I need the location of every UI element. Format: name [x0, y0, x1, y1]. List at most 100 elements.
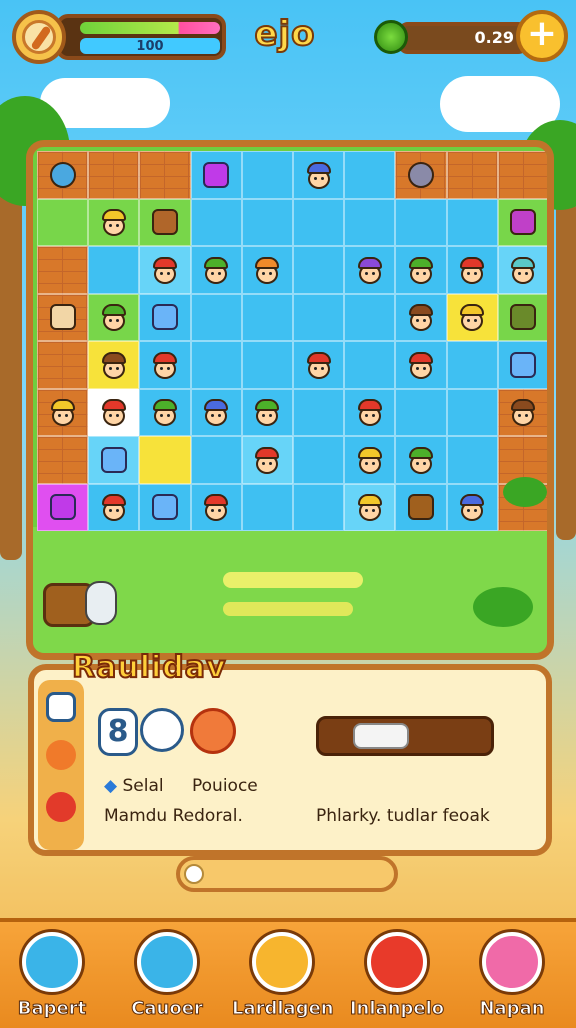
board-cell[interactable] [139, 341, 191, 389]
tab-heart-icon[interactable] [46, 792, 76, 822]
board-cell[interactable] [241, 388, 293, 436]
board-cell[interactable] [88, 293, 140, 341]
slot-number[interactable]: 8 [98, 708, 138, 756]
nav-item[interactable]: Inlanpelo [347, 926, 447, 1026]
board-cell[interactable] [344, 388, 396, 436]
board-cell[interactable] [293, 151, 345, 199]
board-cell[interactable] [446, 483, 498, 531]
nav-item[interactable]: Napan [462, 926, 562, 1026]
board-cell[interactable] [241, 246, 293, 294]
panel-slider[interactable] [316, 716, 494, 756]
add-currency-button[interactable]: + [516, 10, 568, 62]
board-cell[interactable] [497, 293, 547, 341]
board-cell[interactable] [395, 388, 447, 436]
board-cell[interactable] [190, 293, 242, 341]
board-cell[interactable] [190, 388, 242, 436]
board-cell[interactable] [395, 198, 447, 246]
board-cell[interactable] [395, 341, 447, 389]
board-cell[interactable] [88, 151, 140, 199]
nav-item[interactable]: Lardlagen [232, 926, 334, 1026]
nav-item[interactable]: Cauoer [117, 926, 217, 1026]
board-cell[interactable] [37, 198, 89, 246]
board-cell[interactable] [241, 341, 293, 389]
board-cell[interactable] [293, 341, 345, 389]
slot-avatar-icon[interactable] [190, 708, 236, 754]
board-cell[interactable] [446, 246, 498, 294]
board-cell[interactable] [497, 341, 547, 389]
board-cell[interactable] [37, 246, 89, 294]
board-cell[interactable] [241, 483, 293, 531]
board-cell[interactable] [293, 483, 345, 531]
board-cell[interactable] [293, 388, 345, 436]
board-cell[interactable] [241, 151, 293, 199]
board-cell[interactable] [497, 246, 547, 294]
board-cell[interactable] [293, 436, 345, 484]
board-cell[interactable] [139, 388, 191, 436]
board-cell[interactable] [344, 151, 396, 199]
board-cell[interactable] [139, 436, 191, 484]
board-cell[interactable] [446, 293, 498, 341]
board-cell[interactable] [293, 198, 345, 246]
star-icon[interactable] [367, 932, 427, 992]
board-cell[interactable] [395, 483, 447, 531]
board-cell[interactable] [497, 388, 547, 436]
board-cell[interactable] [190, 198, 242, 246]
board-cell[interactable] [37, 293, 89, 341]
board-cell[interactable] [241, 436, 293, 484]
board-cell[interactable] [37, 436, 89, 484]
board-cell[interactable] [37, 388, 89, 436]
board-cell[interactable] [88, 198, 140, 246]
board-cell[interactable] [37, 151, 89, 199]
slider-knob[interactable] [353, 723, 409, 749]
chat-icon[interactable] [137, 932, 197, 992]
board-cell[interactable] [344, 436, 396, 484]
board-cell[interactable] [190, 341, 242, 389]
character-token-icon [355, 445, 385, 475]
board-cell[interactable] [190, 436, 242, 484]
character-token-icon [201, 255, 231, 285]
board-cell[interactable] [241, 293, 293, 341]
board-cell[interactable] [446, 388, 498, 436]
board-cell[interactable] [395, 436, 447, 484]
board-cell[interactable] [139, 151, 191, 199]
board-cell[interactable] [395, 151, 447, 199]
board-cell[interactable] [446, 341, 498, 389]
board-cell[interactable] [190, 246, 242, 294]
board-cell[interactable] [88, 388, 140, 436]
board-cell[interactable] [344, 246, 396, 294]
board-cell[interactable] [190, 151, 242, 199]
board-cell[interactable] [139, 483, 191, 531]
board-cell[interactable] [344, 293, 396, 341]
board-cell[interactable] [241, 198, 293, 246]
board-cell[interactable] [88, 341, 140, 389]
board-cell[interactable] [344, 483, 396, 531]
board-cell[interactable] [139, 198, 191, 246]
board-cell[interactable] [37, 341, 89, 389]
board-cell[interactable] [139, 293, 191, 341]
board-cell[interactable] [497, 151, 547, 199]
board-cell[interactable] [190, 483, 242, 531]
board-cell[interactable] [446, 436, 498, 484]
board-cell[interactable] [293, 293, 345, 341]
board-cell[interactable] [446, 151, 498, 199]
board-cell[interactable] [344, 198, 396, 246]
board-cell[interactable] [395, 293, 447, 341]
cookie-icon[interactable] [252, 932, 312, 992]
board-cell[interactable] [497, 198, 547, 246]
board-cell[interactable] [446, 198, 498, 246]
player-emblem-icon[interactable] [12, 10, 66, 64]
board-cell[interactable] [88, 246, 140, 294]
board-cell[interactable] [344, 341, 396, 389]
tab-card-icon[interactable] [46, 692, 76, 722]
board-cell[interactable] [293, 246, 345, 294]
nav-item[interactable]: Bapert [2, 926, 102, 1026]
map-icon[interactable] [22, 932, 82, 992]
fruit-icon[interactable] [482, 932, 542, 992]
tab-potion-icon[interactable] [46, 740, 76, 770]
board-cell[interactable] [395, 246, 447, 294]
board-cell[interactable] [88, 436, 140, 484]
board-cell[interactable] [139, 246, 191, 294]
board-cell[interactable] [37, 483, 89, 531]
slot-pencil-icon[interactable] [140, 708, 184, 752]
board-cell[interactable] [88, 483, 140, 531]
